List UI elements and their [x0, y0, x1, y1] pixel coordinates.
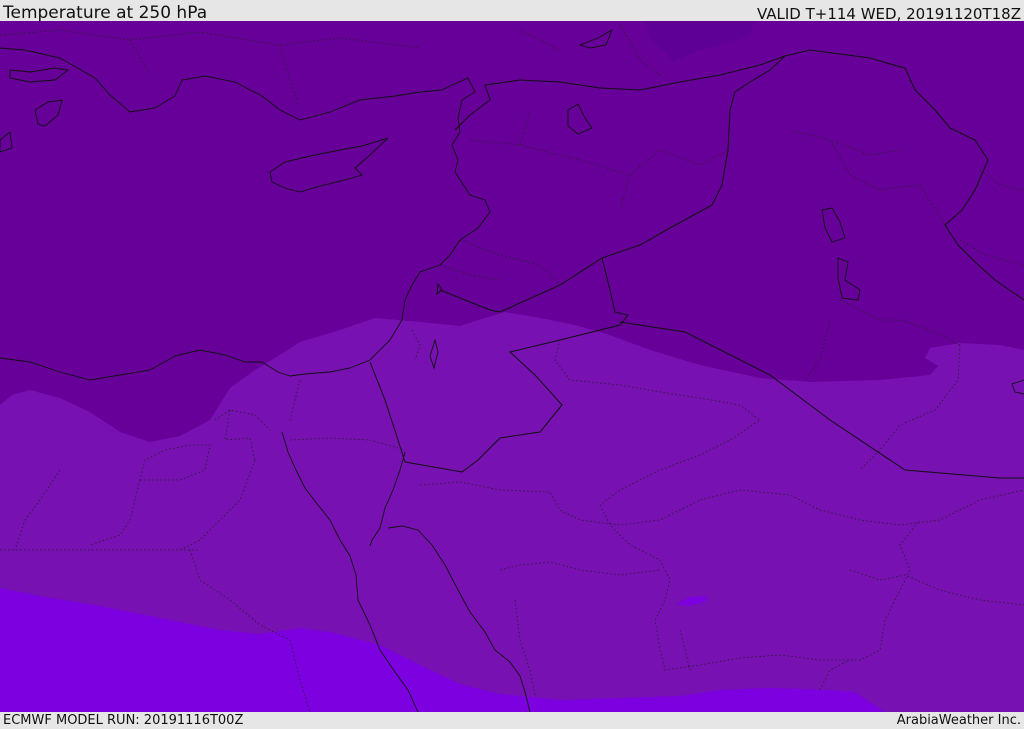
map-title: Temperature at 250 hPa — [3, 3, 208, 23]
map-footer: ECMWF MODEL RUN: 20191116T00Z ArabiaWeat… — [0, 712, 1024, 729]
temperature-map — [0, 21, 1024, 712]
map-header: Temperature at 250 hPa VALID T+114 WED, … — [0, 0, 1024, 23]
model-run-label: ECMWF MODEL RUN: 20191116T00Z — [3, 713, 244, 728]
map-canvas — [0, 21, 1024, 712]
credit-label: ArabiaWeather Inc. — [896, 713, 1021, 728]
